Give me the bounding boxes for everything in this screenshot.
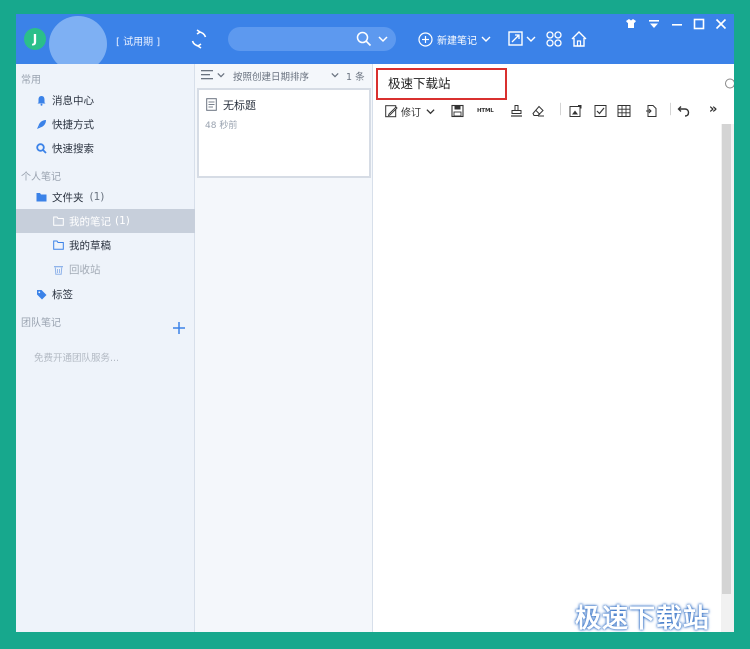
sidebar-item-label: 消息中心 [52, 94, 94, 107]
editor-toolbar: 修订 HTML » [373, 101, 734, 123]
sidebar-item-shortcuts[interactable]: 快捷方式 [16, 112, 195, 136]
avatar[interactable]: J [24, 28, 46, 50]
sidebar: 常用 消息中心 快捷方式 快速搜索 个人笔记 文件夹 (1) 我的笔记 (1) … [16, 64, 195, 632]
new-note-label: 新建笔记 [437, 35, 477, 47]
more-tools-button[interactable]: » [709, 101, 717, 117]
revise-label: 修订 [401, 107, 421, 119]
my-notes-count: (1) [115, 215, 130, 227]
tag-icon [37, 289, 47, 299]
maximize-icon[interactable] [693, 18, 705, 30]
sidebar-item-folders[interactable]: 文件夹 (1) [16, 185, 195, 209]
note-count: 1 条 [346, 72, 365, 83]
eraser-icon[interactable] [531, 103, 545, 119]
document-icon [206, 98, 217, 111]
sidebar-item-label: 文件夹 [52, 191, 84, 204]
note-title: 无标题 [223, 99, 256, 112]
close-icon[interactable] [715, 18, 727, 30]
new-note-button[interactable]: 新建笔记 [418, 29, 491, 49]
revise-button[interactable]: 修订 [385, 103, 435, 119]
table-icon[interactable] [617, 103, 631, 119]
trash-icon [54, 265, 63, 275]
home-icon[interactable] [570, 30, 588, 48]
grid-apps-icon[interactable] [545, 30, 563, 48]
chevron-down-icon[interactable] [426, 107, 435, 116]
watermark-text: 极速下载站 [575, 604, 711, 634]
expand-icon[interactable] [507, 30, 525, 48]
toolbar-divider [670, 102, 671, 116]
save-icon[interactable] [451, 103, 464, 119]
sidebar-item-label: 快速搜索 [52, 142, 94, 155]
stamp-icon[interactable] [510, 103, 523, 119]
sidebar-item-quick-search[interactable]: 快速搜索 [16, 136, 195, 160]
note-list: 按照创建日期排序 1 条 无标题 48 秒前 [195, 64, 373, 632]
scrollbar-thumb[interactable] [722, 124, 731, 594]
plus-circle-icon [418, 31, 433, 47]
chevron-down-icon[interactable] [526, 34, 536, 44]
sidebar-item-label: 快捷方式 [52, 118, 94, 131]
folder-icon [36, 193, 47, 202]
team-service-link[interactable]: 免费开通团队服务... [34, 350, 119, 364]
search-input[interactable] [228, 27, 396, 51]
sidebar-item-tags[interactable]: 标签 [16, 282, 195, 306]
checkbox-icon[interactable] [594, 103, 607, 119]
bell-icon [37, 95, 46, 106]
title-bar: J [ 试用期 ] 新建笔记 [16, 14, 734, 72]
sidebar-item-my-notes[interactable]: 我的笔记 (1) [16, 209, 195, 233]
chevron-down-icon[interactable] [481, 34, 491, 44]
attachment-icon[interactable] [645, 103, 658, 119]
list-toolbar: 按照创建日期排序 1 条 [195, 64, 373, 86]
note-timestamp: 48 秒前 [205, 121, 238, 131]
note-title-input[interactable]: 极速下载站 [376, 68, 507, 100]
insert-image-icon[interactable] [569, 103, 582, 119]
section-common-title: 常用 [21, 75, 41, 86]
folder-outline-icon [53, 216, 64, 226]
chevron-down-icon[interactable] [378, 34, 388, 44]
sidebar-item-label: 我的草稿 [69, 239, 111, 252]
chevron-down-icon[interactable] [217, 71, 225, 79]
sidebar-item-label: 我的笔记 [69, 215, 111, 228]
sidebar-item-drafts[interactable]: 我的草稿 [16, 233, 195, 257]
sidebar-item-messages[interactable]: 消息中心 [16, 88, 195, 112]
sort-dropdown[interactable]: 按照创建日期排序 [233, 69, 309, 83]
search-icon[interactable] [356, 31, 372, 47]
html-button[interactable]: HTML [477, 103, 494, 119]
search-icon [36, 142, 47, 154]
list-item[interactable]: 无标题 48 秒前 [197, 88, 371, 178]
section-team-title: 团队笔记 [21, 318, 61, 329]
folder-outline-icon [53, 240, 64, 250]
add-team-button[interactable] [172, 321, 186, 335]
sidebar-item-recycle-bin[interactable]: 回收站 [16, 257, 195, 281]
sidebar-item-label: 标签 [52, 288, 73, 301]
minimize-icon[interactable] [671, 18, 683, 30]
editor-pane: 极速下载站 修订 HTML » [373, 64, 734, 632]
skin-shirt-icon[interactable] [625, 18, 637, 30]
chevron-down-icon[interactable] [331, 71, 339, 79]
list-view-icon[interactable] [201, 69, 213, 80]
toolbar-divider [560, 102, 561, 116]
folder-count: (1) [89, 191, 105, 203]
app-window: J [ 试用期 ] 新建笔记 常用 消息中心 快捷方式 快速搜索 个人笔记 文件… [16, 14, 734, 632]
menu-dropdown-icon[interactable] [648, 18, 660, 30]
sync-icon[interactable] [189, 29, 209, 49]
edit-pencil-icon [385, 104, 398, 117]
trial-badge[interactable]: [ 试用期 ] [116, 33, 160, 48]
section-personal-title: 个人笔记 [21, 172, 61, 183]
rocket-icon [37, 119, 46, 129]
undo-icon[interactable] [677, 103, 690, 119]
sidebar-item-label: 回收站 [69, 263, 101, 276]
info-icon[interactable] [723, 78, 734, 89]
